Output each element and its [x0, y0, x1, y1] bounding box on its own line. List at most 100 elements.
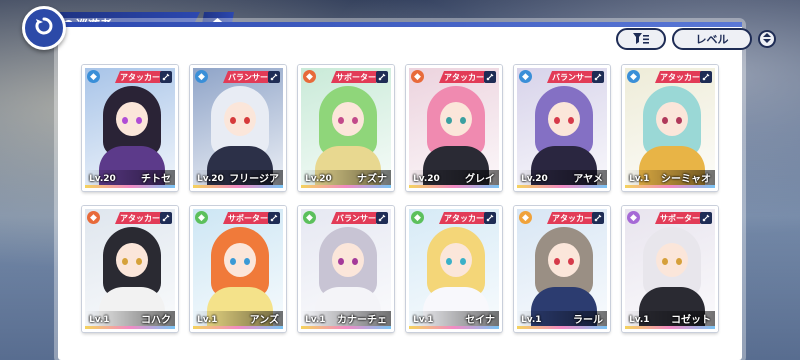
- character-face: [224, 102, 256, 136]
- character-eye: [136, 117, 142, 124]
- element-icon: ◆: [303, 211, 316, 224]
- role-badge: サポーター: [223, 212, 273, 224]
- element-icon: ◆: [195, 211, 208, 224]
- rarity-bar: [517, 326, 607, 329]
- character-name: ラール: [573, 315, 603, 326]
- role-badge: アタッカー: [439, 71, 489, 83]
- weapon-icon: [484, 212, 496, 224]
- character-level: Lv.1: [89, 315, 110, 325]
- element-icon: ◆: [87, 70, 100, 83]
- character-name: グレイ: [465, 174, 495, 185]
- character-name: コハク: [141, 315, 171, 326]
- character-grid: ◆ アタッカー Lv.20 チトセ ◆ バランサー Lv.20 フリージア ◆ …: [82, 65, 722, 355]
- character-card[interactable]: ◆ サポーター Lv.1 コゼット: [622, 206, 718, 332]
- character-eye: [554, 117, 560, 124]
- character-eye: [338, 258, 344, 265]
- character-face: [116, 102, 148, 136]
- role-badge: アタッカー: [115, 212, 165, 224]
- character-level: Lv.20: [305, 174, 332, 184]
- character-level: Lv.1: [413, 315, 434, 325]
- character-eye: [446, 117, 452, 124]
- role-badge: バランサー: [223, 71, 273, 83]
- character-face: [332, 102, 364, 136]
- character-name: セイナ: [465, 315, 495, 326]
- sort-select[interactable]: レベル: [672, 28, 752, 50]
- character-face: [440, 102, 472, 136]
- character-name: アヤメ: [573, 174, 603, 185]
- sort-label: レベル: [695, 33, 729, 46]
- character-card[interactable]: ◆ アタッカー Lv.20 チトセ: [82, 65, 178, 191]
- rarity-bar: [301, 185, 391, 188]
- character-face: [440, 243, 472, 277]
- role-badge: サポーター: [331, 71, 381, 83]
- character-level: Lv.1: [629, 174, 650, 184]
- character-card[interactable]: ◆ アタッカー Lv.1 セイナ: [406, 206, 502, 332]
- weapon-icon: [268, 71, 280, 83]
- character-level: Lv.1: [305, 315, 326, 325]
- character-face: [548, 102, 580, 136]
- character-level: Lv.20: [521, 174, 548, 184]
- character-eye: [662, 258, 668, 265]
- weapon-icon: [160, 212, 172, 224]
- character-card[interactable]: ◆ アタッカー Lv.1 シーミャオ: [622, 65, 718, 191]
- character-name: チトセ: [141, 174, 171, 185]
- character-eye: [676, 258, 682, 265]
- rarity-bar: [625, 326, 715, 329]
- filter-button[interactable]: [616, 28, 666, 50]
- rarity-bar: [85, 326, 175, 329]
- character-eye: [460, 117, 466, 124]
- character-card[interactable]: ◆ サポーター Lv.20 ナズナ: [298, 65, 394, 191]
- rarity-bar: [193, 185, 283, 188]
- character-face: [332, 243, 364, 277]
- element-icon: ◆: [195, 70, 208, 83]
- character-eye: [352, 117, 358, 124]
- character-eye: [554, 258, 560, 265]
- element-icon: ◆: [411, 70, 424, 83]
- character-eye: [662, 117, 668, 124]
- role-badge: アタッカー: [547, 212, 597, 224]
- sort-order-icon: [763, 33, 771, 45]
- filter-icon: [633, 30, 649, 49]
- rarity-bar: [301, 326, 391, 329]
- character-card[interactable]: ◆ バランサー Lv.20 アヤメ: [514, 65, 610, 191]
- character-name: アンズ: [249, 315, 279, 326]
- character-eye: [460, 258, 466, 265]
- character-face: [116, 243, 148, 277]
- character-eye: [338, 117, 344, 124]
- role-badge: アタッカー: [115, 71, 165, 83]
- character-level: Lv.1: [521, 315, 542, 325]
- rarity-bar: [409, 185, 499, 188]
- back-arrow-icon: [34, 16, 54, 40]
- weapon-icon: [592, 71, 604, 83]
- character-name: ナズナ: [357, 174, 387, 185]
- sort-order-button[interactable]: [758, 30, 776, 48]
- character-card[interactable]: ◆ サポーター Lv.1 アンズ: [190, 206, 286, 332]
- list-controls: レベル: [616, 28, 776, 50]
- character-eye: [122, 258, 128, 265]
- panel-stripe: [58, 22, 742, 27]
- character-card[interactable]: ◆ アタッカー Lv.1 コハク: [82, 206, 178, 332]
- character-eye: [244, 117, 250, 124]
- element-icon: ◆: [411, 211, 424, 224]
- element-icon: ◆: [519, 211, 532, 224]
- character-name: シーミャオ: [661, 174, 711, 185]
- back-button[interactable]: [22, 6, 66, 50]
- character-eye: [122, 117, 128, 124]
- character-name: フリージア: [229, 174, 279, 185]
- rarity-bar: [85, 185, 175, 188]
- weapon-icon: [376, 71, 388, 83]
- weapon-icon: [700, 212, 712, 224]
- character-eye: [230, 258, 236, 265]
- character-card[interactable]: ◆ バランサー Lv.1 カナーチェ: [298, 206, 394, 332]
- weapon-icon: [268, 212, 280, 224]
- element-icon: ◆: [627, 70, 640, 83]
- role-badge: アタッカー: [439, 212, 489, 224]
- character-card[interactable]: ◆ アタッカー Lv.20 グレイ: [406, 65, 502, 191]
- rarity-bar: [517, 185, 607, 188]
- character-card[interactable]: ◆ アタッカー Lv.1 ラール: [514, 206, 610, 332]
- character-eye: [568, 117, 574, 124]
- element-icon: ◆: [303, 70, 316, 83]
- weapon-icon: [160, 71, 172, 83]
- character-level: Lv.1: [629, 315, 650, 325]
- character-card[interactable]: ◆ バランサー Lv.20 フリージア: [190, 65, 286, 191]
